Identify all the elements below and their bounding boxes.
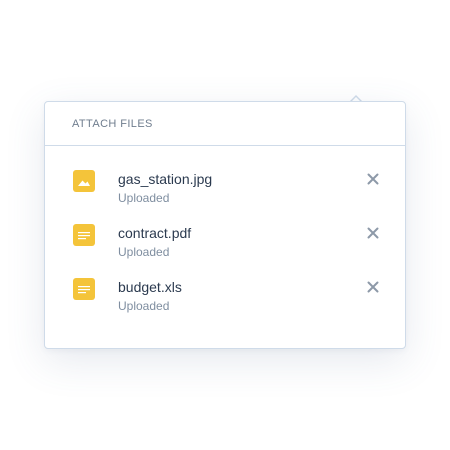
popover-title: ATTACH FILES (72, 118, 153, 130)
file-name: budget.xls (118, 279, 182, 295)
close-icon (367, 173, 379, 185)
remove-file-button[interactable] (365, 171, 381, 187)
document-file-icon (73, 278, 95, 300)
file-item: contract.pdf Uploaded (45, 224, 405, 264)
file-name: contract.pdf (118, 225, 192, 241)
attach-files-popover: ATTACH FILES gas_station.jpg Uploaded co… (44, 101, 406, 349)
close-icon (367, 227, 379, 239)
stage: ATTACH FILES gas_station.jpg Uploaded co… (0, 0, 450, 450)
file-item: budget.xls Uploaded (45, 278, 405, 318)
file-status: Uploaded (118, 245, 170, 259)
remove-file-button[interactable] (365, 225, 381, 241)
popover-header: ATTACH FILES (45, 102, 405, 146)
file-item: gas_station.jpg Uploaded (45, 170, 405, 210)
document-file-icon (73, 224, 95, 246)
close-icon (367, 281, 379, 293)
remove-file-button[interactable] (365, 279, 381, 295)
file-status: Uploaded (118, 191, 170, 205)
file-status: Uploaded (118, 299, 170, 313)
image-file-icon (73, 170, 95, 192)
file-name: gas_station.jpg (118, 171, 213, 187)
